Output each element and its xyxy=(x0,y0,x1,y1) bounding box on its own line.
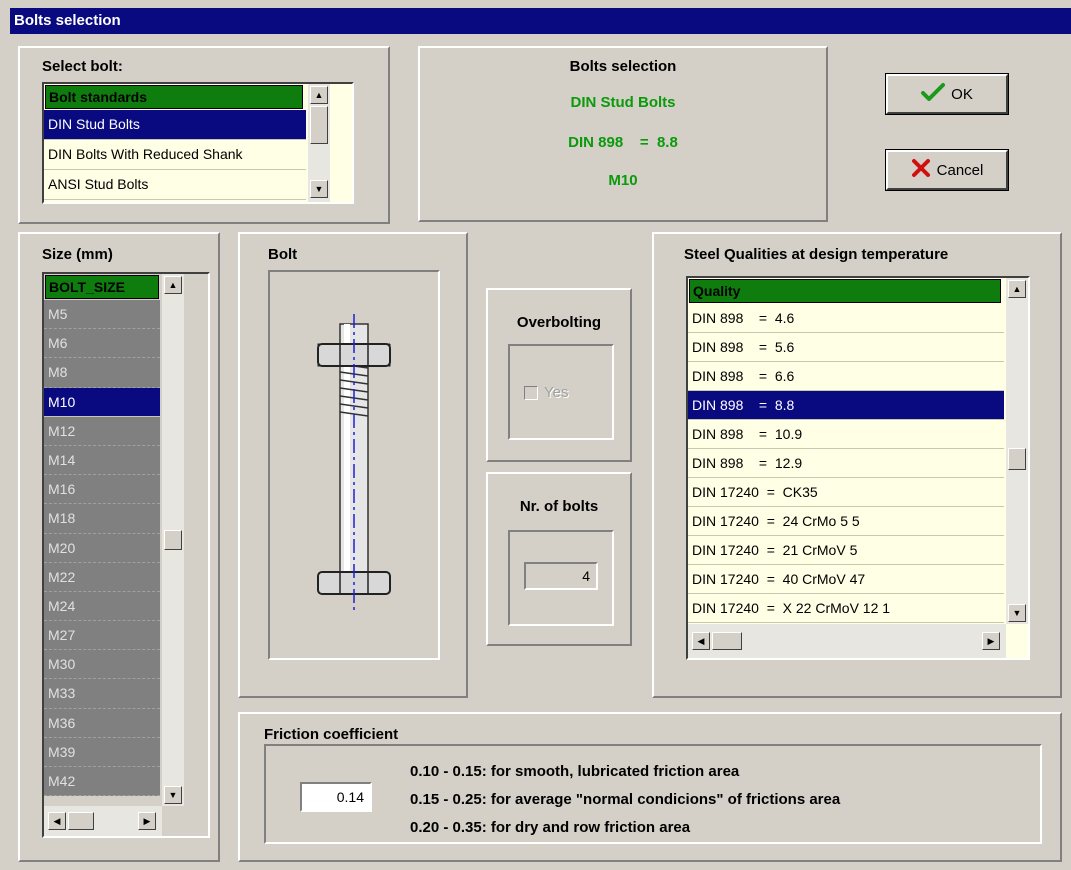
x-icon xyxy=(911,158,931,182)
list-item[interactable]: M18 xyxy=(44,504,160,534)
scroll-up-icon[interactable]: ▲ xyxy=(164,276,182,294)
list-item[interactable]: M22 xyxy=(44,562,160,592)
list-item[interactable]: DIN 898 = 10.9 xyxy=(688,420,1004,449)
nr-bolts-input[interactable]: 4 xyxy=(524,562,598,590)
select-bolt-label: Select bolt: xyxy=(42,58,123,75)
scroll-right-icon[interactable]: ▶ xyxy=(982,632,1000,650)
summary-size: M10 xyxy=(608,172,638,189)
list-item[interactable]: M33 xyxy=(44,679,160,709)
overbolting-checkbox-label: Yes xyxy=(544,384,569,401)
list-item[interactable]: DIN Stud Bolts xyxy=(44,110,306,140)
summary-title: Bolts selection xyxy=(569,58,677,75)
list-item[interactable]: DIN 17240 = 24 CrMo 5 5 xyxy=(688,507,1004,536)
friction-notes: 0.10 - 0.15: for smooth, lubricated fric… xyxy=(410,758,840,842)
list-item[interactable]: DIN 17240 = X 22 CrMoV 12 1 xyxy=(688,594,1004,623)
scroll-up-icon[interactable]: ▲ xyxy=(1008,280,1026,298)
list-item[interactable]: DIN 17240 = CK35 xyxy=(688,478,1004,507)
size-hscrollbar[interactable]: ◀ ▶ xyxy=(44,806,162,836)
window-title: Bolts selection xyxy=(10,8,1071,34)
bolt-standards-scrollbar[interactable]: ▲ ▼ xyxy=(308,84,352,202)
friction-label: Friction coefficient xyxy=(264,726,399,743)
list-item[interactable]: DIN 898 = 12.9 xyxy=(688,449,1004,478)
bolt-panel: Bolt xyxy=(238,232,468,698)
list-item[interactable]: M10 xyxy=(44,387,160,417)
bolt-image xyxy=(317,314,391,612)
overbolting-checkbox[interactable] xyxy=(524,386,538,400)
overbolting-frame: Yes xyxy=(508,344,614,440)
ok-label: OK xyxy=(951,85,973,103)
selection-summary-panel: Bolts selection DIN Stud Bolts DIN 898 =… xyxy=(418,46,828,222)
size-panel: Size (mm) BOLT_SIZE M5 M6 M8 M10 M12 M14 M16 M1… xyxy=(18,232,220,862)
list-item[interactable]: ANSI Stud Bolts xyxy=(44,170,306,200)
list-item[interactable]: M42 xyxy=(44,767,160,797)
list-item[interactable]: DIN 898 = 8.8 xyxy=(688,391,1004,420)
cancel-button[interactable]: Cancel xyxy=(885,149,1009,191)
summary-quality: DIN 898 = 8.8 xyxy=(568,134,678,151)
nr-bolts-panel: Nr. of bolts 4 xyxy=(486,472,632,646)
friction-note: 0.10 - 0.15: for smooth, lubricated fric… xyxy=(410,763,740,780)
scroll-thumb[interactable] xyxy=(712,632,742,650)
scroll-thumb[interactable] xyxy=(310,106,328,144)
nr-bolts-frame: 4 xyxy=(508,530,614,626)
bolt-image-frame xyxy=(268,270,440,660)
bolt-standards-header: Bolt standards xyxy=(45,85,303,109)
list-item[interactable]: DIN Bolts With Reduced Shank xyxy=(44,140,306,170)
list-item[interactable]: DIN 17240 = 40 CrMoV 47 xyxy=(688,565,1004,594)
size-list[interactable]: BOLT_SIZE M5 M6 M8 M10 M12 M14 M16 M18 M20 M22 M24… xyxy=(42,272,210,838)
steel-qualities-list[interactable]: Quality DIN 898 = 4.6 DIN 898 = 5.6 DIN 89… xyxy=(686,276,1030,660)
size-header: BOLT_SIZE xyxy=(45,275,159,299)
list-item[interactable]: DIN 898 = 6.6 xyxy=(688,362,1004,391)
bolt-label: Bolt xyxy=(268,246,298,263)
list-item[interactable]: M8 xyxy=(44,358,160,388)
steel-qualities-label: Steel Qualities at design temperature xyxy=(684,246,949,263)
friction-panel: Friction coefficient 0.14 0.10 - 0.15: f… xyxy=(238,712,1062,862)
overbolting-label: Overbolting xyxy=(516,314,602,331)
list-item[interactable]: M24 xyxy=(44,591,160,622)
steel-hscrollbar[interactable]: ◀ ▶ xyxy=(688,624,1006,658)
steel-qualities-header: Quality xyxy=(689,279,1001,303)
ok-button[interactable]: OK xyxy=(885,73,1009,115)
scroll-left-icon[interactable]: ◀ xyxy=(692,632,710,650)
size-label: Size (mm) xyxy=(42,246,113,263)
list-item[interactable]: M30 xyxy=(44,650,160,680)
scroll-left-icon[interactable]: ◀ xyxy=(48,812,66,830)
list-item[interactable]: M16 xyxy=(44,475,160,505)
size-vscrollbar[interactable]: ▲ ▼ xyxy=(162,274,184,806)
scroll-down-icon[interactable]: ▼ xyxy=(1008,604,1026,622)
scroll-thumb[interactable] xyxy=(68,812,94,830)
friction-input[interactable]: 0.14 xyxy=(300,782,372,812)
list-item[interactable]: DIN 17240 = 21 CrMoV 5 xyxy=(688,536,1004,565)
scroll-thumb[interactable] xyxy=(1008,448,1026,470)
scroll-up-icon[interactable]: ▲ xyxy=(310,86,328,104)
steel-qualities-panel: Steel Qualities at design temperature Qu… xyxy=(652,232,1062,698)
friction-note: 0.15 - 0.25: for average "normal condici… xyxy=(410,791,841,808)
scroll-thumb[interactable] xyxy=(164,530,182,550)
scroll-right-icon[interactable]: ▶ xyxy=(138,812,156,830)
summary-standard: DIN Stud Bolts xyxy=(570,94,676,111)
friction-note: 0.20 - 0.35: for dry and row friction ar… xyxy=(410,819,691,836)
list-item[interactable]: M5 xyxy=(44,300,160,330)
scroll-down-icon[interactable]: ▼ xyxy=(310,180,328,198)
select-bolt-panel: Select bolt: Bolt standards DIN Stud Bol… xyxy=(18,46,390,224)
list-item[interactable]: M14 xyxy=(44,445,160,476)
list-item[interactable]: DIN 898 = 5.6 xyxy=(688,333,1004,362)
cancel-label: Cancel xyxy=(936,161,984,179)
list-item[interactable]: M6 xyxy=(44,329,160,359)
list-item[interactable]: M12 xyxy=(44,416,160,446)
bolt-standards-list[interactable]: Bolt standards DIN Stud Bolts DIN Bolts W… xyxy=(42,82,354,204)
list-item[interactable]: M20 xyxy=(44,533,160,563)
list-item[interactable]: M27 xyxy=(44,621,160,651)
steel-vscrollbar[interactable]: ▲ ▼ xyxy=(1006,278,1028,624)
list-item[interactable]: M36 xyxy=(44,708,160,738)
overbolting-panel: Overbolting Yes xyxy=(486,288,632,462)
friction-frame: 0.14 0.10 - 0.15: for smooth, lubricated… xyxy=(264,744,1042,844)
nr-bolts-label: Nr. of bolts xyxy=(519,498,599,515)
check-icon xyxy=(921,82,946,106)
scroll-down-icon[interactable]: ▼ xyxy=(164,786,182,804)
list-item[interactable]: DIN 898 = 4.6 xyxy=(688,304,1004,333)
list-item[interactable]: M39 xyxy=(44,737,160,767)
